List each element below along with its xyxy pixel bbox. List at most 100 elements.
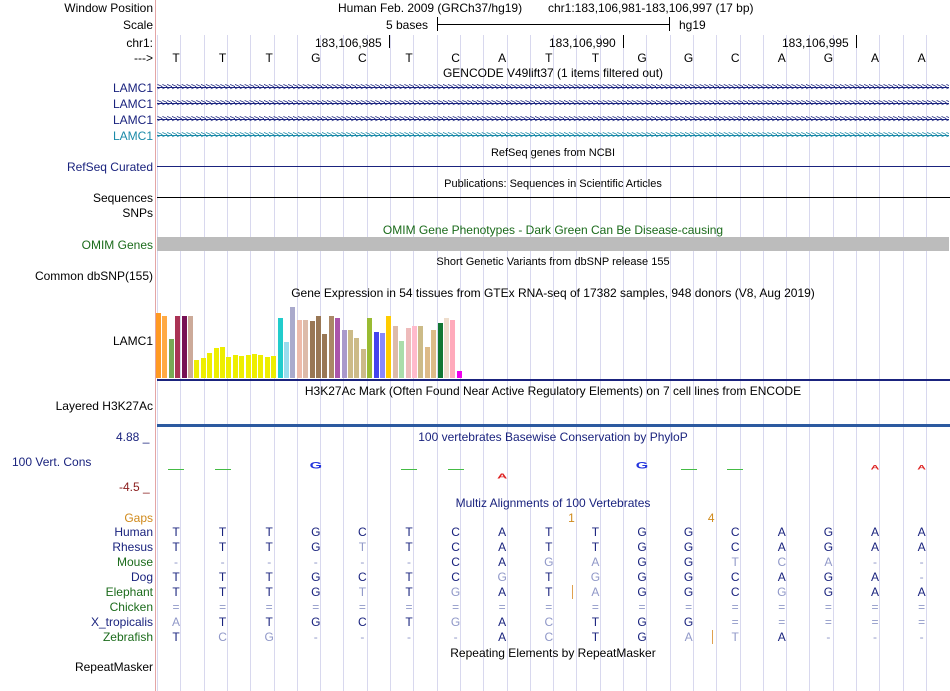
- gtex-bar[interactable]: [335, 318, 341, 378]
- gtex-bar[interactable]: [380, 333, 385, 378]
- insertion-mark[interactable]: [572, 585, 574, 599]
- gtex-title[interactable]: Gene Expression in 54 tissues from GTEx …: [156, 286, 950, 300]
- gtex-bar[interactable]: [284, 342, 289, 378]
- gtex-bar[interactable]: [309, 321, 315, 378]
- repeatmasker-title[interactable]: Repeating Elements by RepeatMasker: [156, 646, 950, 660]
- species-label[interactable]: Human: [114, 525, 153, 539]
- gtex-bar[interactable]: [245, 355, 251, 378]
- species-label[interactable]: Elephant: [106, 585, 153, 599]
- gtex-bar[interactable]: [360, 349, 366, 378]
- gtex-bar[interactable]: [181, 316, 187, 378]
- repeatmasker-label[interactable]: RepeatMasker: [75, 660, 153, 674]
- gtex-bar[interactable]: [322, 334, 328, 378]
- refseq-gene-line[interactable]: [157, 166, 950, 167]
- gtex-bar[interactable]: [405, 328, 411, 378]
- multiz-title[interactable]: Multiz Alignments of 100 Vertebrates: [156, 496, 950, 510]
- gtex-bar[interactable]: [200, 358, 206, 378]
- gtex-bar[interactable]: [399, 341, 405, 378]
- phylop-label[interactable]: 100 Vert. Cons: [12, 455, 91, 469]
- phylop-letter[interactable]: A: [856, 464, 894, 471]
- species-label[interactable]: Zebrafish: [103, 630, 153, 644]
- gtex-bar[interactable]: [456, 371, 462, 378]
- gtex-bar[interactable]: [232, 355, 238, 378]
- gtex-bar[interactable]: [239, 356, 245, 378]
- gtex-bar[interactable]: [252, 354, 257, 378]
- gaps-label[interactable]: Gaps: [124, 511, 153, 525]
- gtex-bar[interactable]: [290, 307, 296, 378]
- gtex-bar[interactable]: [348, 330, 353, 378]
- gtex-bar[interactable]: [277, 318, 283, 378]
- aligned-base: =: [685, 600, 693, 614]
- gencode-transcript-1[interactable]: >>>>>>>>>>>>>>>>>>>>>>>>>>>>>>>>>>>>>>>>…: [157, 84, 949, 92]
- gtex-bar[interactable]: [444, 318, 449, 378]
- gtex-bar[interactable]: [258, 355, 264, 378]
- gtex-bar[interactable]: [392, 326, 398, 378]
- phylop-letter[interactable]: A: [903, 464, 941, 471]
- gtex-bar[interactable]: [437, 323, 443, 378]
- gtex-bar[interactable]: [373, 332, 379, 378]
- position-text[interactable]: chr1:183,106,981-183,106,997 (17 bp): [548, 1, 754, 15]
- gtex-bar[interactable]: [220, 347, 225, 378]
- assembly-link[interactable]: Human Feb. 2009 (GRCh37/hg19): [338, 1, 522, 15]
- omim-title[interactable]: OMIM Gene Phenotypes - Dark Green Can Be…: [156, 223, 950, 237]
- gtex-bar[interactable]: [316, 316, 321, 378]
- omim-feature-bar[interactable]: [157, 237, 949, 251]
- gtex-bar[interactable]: [386, 316, 392, 378]
- species-label[interactable]: Chicken: [110, 600, 153, 614]
- gtex-bar[interactable]: [188, 316, 193, 378]
- gtex-bar[interactable]: [296, 320, 302, 378]
- dbsnp-title[interactable]: Short Genetic Variants from dbSNP releas…: [156, 255, 950, 269]
- gencode-label-3[interactable]: LAMC1: [113, 113, 153, 127]
- publications-line[interactable]: [157, 197, 950, 198]
- gtex-bar[interactable]: [175, 316, 181, 378]
- gtex-bar[interactable]: [162, 316, 168, 378]
- chr-label: chr1:: [126, 36, 153, 50]
- publications-title[interactable]: Publications: Sequences in Scientific Ar…: [156, 177, 950, 191]
- omim-label[interactable]: OMIM Genes: [82, 238, 153, 252]
- gtex-bar[interactable]: [168, 339, 174, 378]
- gtex-bar[interactable]: [226, 357, 232, 378]
- gtex-bar[interactable]: [431, 330, 437, 378]
- gtex-bar[interactable]: [213, 348, 219, 378]
- gencode-label-4[interactable]: LAMC1: [113, 129, 153, 143]
- dbsnp-label[interactable]: Common dbSNP(155): [35, 269, 153, 283]
- gtex-bar[interactable]: [264, 357, 270, 378]
- snps-label[interactable]: SNPs: [122, 206, 153, 220]
- gencode-transcript-4[interactable]: >>>>>>>>>>>>>>>>>>>>>>>>>>>>>>>>>>>>>>>>…: [157, 132, 949, 140]
- phylop-letter[interactable]: G: [623, 462, 661, 471]
- aligned-base: -: [360, 555, 365, 569]
- species-label[interactable]: Mouse: [117, 555, 153, 569]
- gencode-transcript-3[interactable]: >>>>>>>>>>>>>>>>>>>>>>>>>>>>>>>>>>>>>>>>…: [157, 116, 949, 124]
- gtex-bar[interactable]: [418, 326, 424, 378]
- h3k27ac-label[interactable]: Layered H3K27Ac: [56, 399, 153, 413]
- gtex-bar[interactable]: [450, 320, 456, 378]
- gtex-bar[interactable]: [156, 313, 161, 378]
- gtex-bar[interactable]: [207, 353, 213, 378]
- gtex-bar[interactable]: [412, 326, 417, 378]
- gtex-bar[interactable]: [194, 360, 200, 378]
- gtex-bar[interactable]: [303, 320, 309, 378]
- gencode-label-1[interactable]: LAMC1: [113, 81, 153, 95]
- species-label[interactable]: Rhesus: [112, 540, 153, 554]
- phylop-letter[interactable]: A: [483, 472, 521, 480]
- sequences-label[interactable]: Sequences: [93, 191, 153, 205]
- gencode-title[interactable]: GENCODE V49lift37 (1 items filtered out): [156, 66, 950, 80]
- gtex-label[interactable]: LAMC1: [113, 334, 153, 348]
- gencode-transcript-2[interactable]: >>>>>>>>>>>>>>>>>>>>>>>>>>>>>>>>>>>>>>>>…: [157, 100, 949, 108]
- species-label[interactable]: X_tropicalis: [91, 615, 153, 629]
- gencode-label-2[interactable]: LAMC1: [113, 97, 153, 111]
- phylop-title[interactable]: 100 vertebrates Basewise Conservation by…: [156, 430, 950, 444]
- h3k27ac-title[interactable]: H3K27Ac Mark (Often Found Near Active Re…: [156, 384, 950, 398]
- insertion-mark[interactable]: [711, 630, 713, 644]
- gtex-bar[interactable]: [271, 356, 277, 378]
- gtex-bar[interactable]: [328, 316, 334, 378]
- species-label[interactable]: Dog: [131, 570, 153, 584]
- gtex-bar[interactable]: [424, 347, 430, 378]
- gtex-bar[interactable]: [341, 330, 347, 378]
- phylop-letter[interactable]: G: [297, 462, 335, 471]
- gtex-bar[interactable]: [367, 318, 373, 378]
- h3k27ac-signal[interactable]: [157, 424, 950, 427]
- refseq-label[interactable]: RefSeq Curated: [67, 160, 153, 174]
- gtex-bar[interactable]: [354, 338, 360, 378]
- refseq-title[interactable]: RefSeq genes from NCBI: [156, 146, 950, 160]
